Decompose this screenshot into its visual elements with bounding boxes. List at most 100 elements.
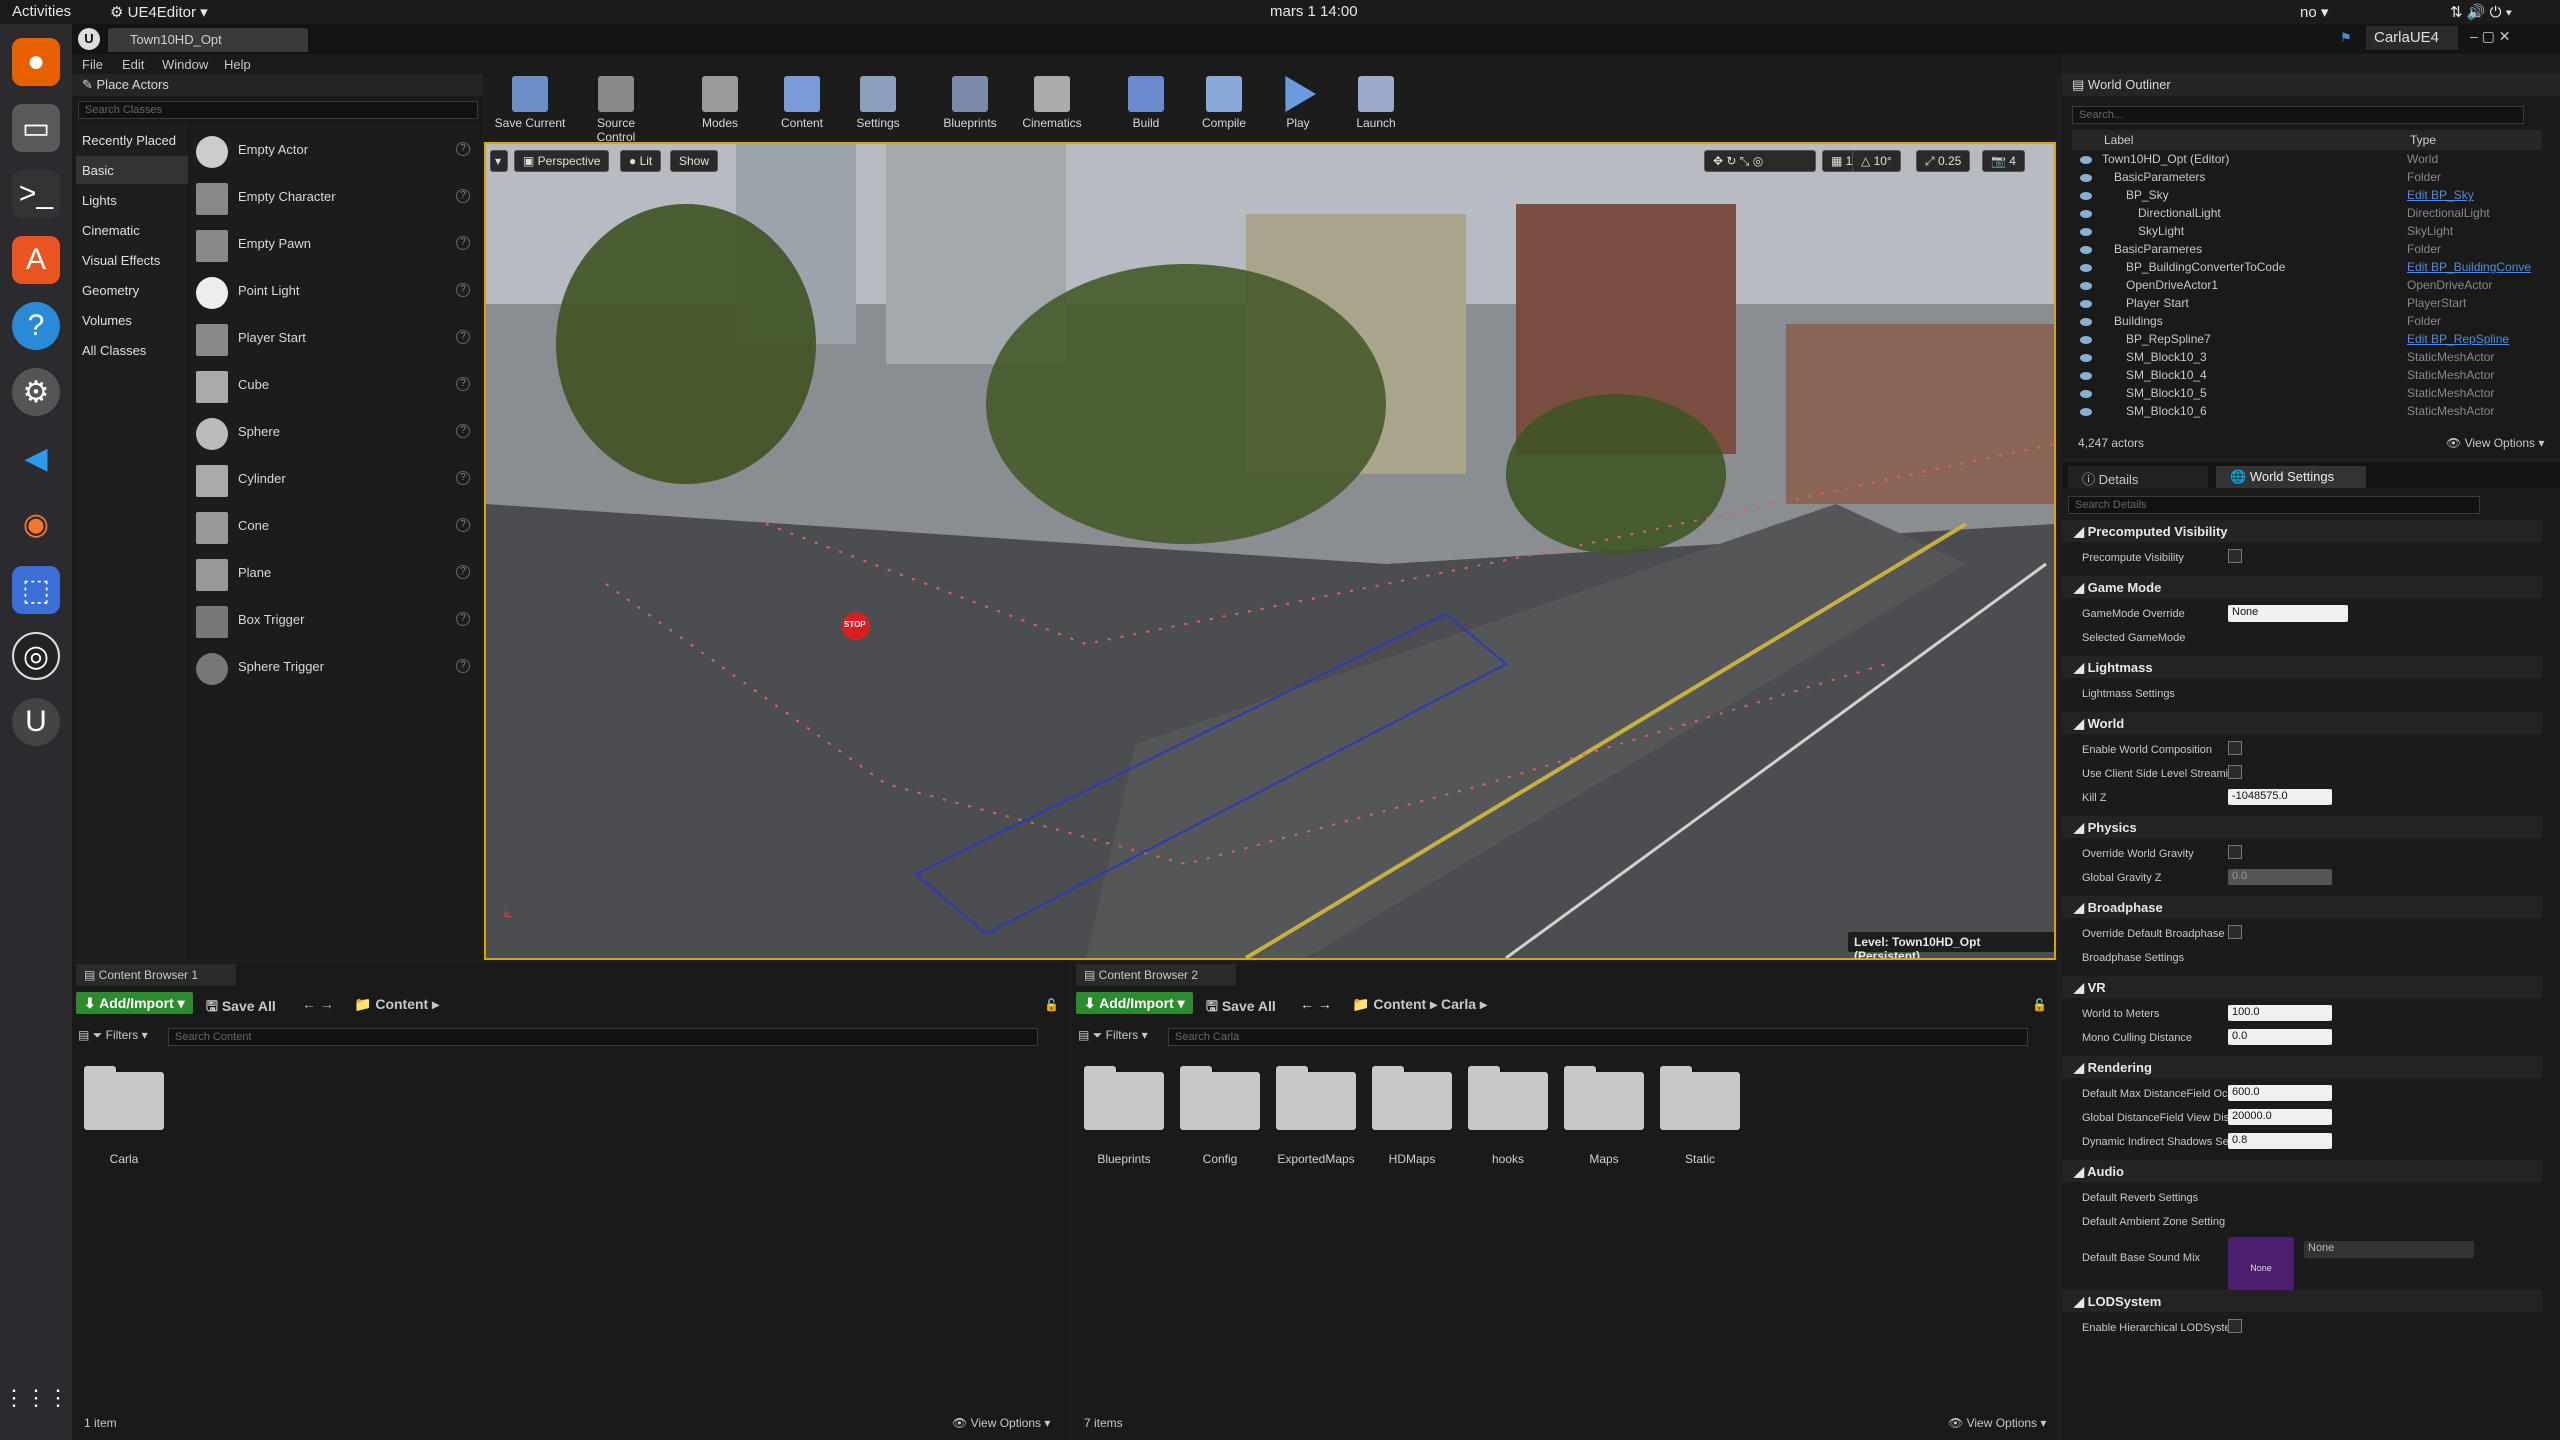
folder-config[interactable]: Config [1180,1066,1260,1166]
category-recently-placed[interactable]: Recently Placed [76,126,188,154]
source-control-button[interactable]: Source Control [578,76,654,144]
save-all-button[interactable]: 🖫 Save All [1206,996,1276,1020]
content-browser-2-tab[interactable]: ▤ Content Browser 2 [1076,964,1236,986]
category-all-classes[interactable]: All Classes [76,336,188,364]
add-import-button[interactable]: ⬇ Add/Import ▾ [1076,992,1193,1014]
category-cinematic[interactable]: Cinematic [76,216,188,244]
column-type[interactable]: Type [2410,133,2436,147]
visibility-eye-icon[interactable] [2080,156,2092,164]
content-button[interactable]: Content [764,76,840,130]
category-basic[interactable]: Basic [76,156,188,184]
edit-blueprint-link[interactable]: Edit BP_Sky [2407,188,2474,202]
property-label[interactable]: Broadphase Settings [2082,952,2242,964]
outliner-row[interactable]: Buildings Folder [2072,314,2542,332]
details-search-input[interactable]: Search Details [2068,496,2480,514]
property-label[interactable]: Default Ambient Zone Setting [2082,1216,2242,1228]
tab-details[interactable]: ⓘ Details [2068,466,2208,488]
visibility-eye-icon[interactable] [2080,228,2092,236]
settings-icon[interactable]: ⚙ [12,368,60,416]
details-section-header[interactable]: ◢ LODSystem [2062,1290,2542,1312]
property-checkbox[interactable] [2228,741,2242,755]
modes-button[interactable]: Modes [682,76,758,130]
details-section-header[interactable]: ◢ Precomputed Visibility [2062,520,2542,542]
camera-speed-button[interactable]: 📷 4 [1982,150,2025,172]
outliner-row[interactable]: SM_Block10_5 StaticMeshActor [2072,386,2542,404]
show-button[interactable]: Show [670,150,719,172]
tab-world-settings[interactable]: 🌐 World Settings [2216,466,2366,488]
scale-snap-toggle[interactable]: ⤢ 0.25 [1916,150,1971,172]
blueprints-button[interactable]: Blueprints [932,76,1008,130]
viewport-options-button[interactable]: ▾ [490,150,508,172]
unreal-engine-icon[interactable]: U [12,698,60,746]
content-browser-1-tab[interactable]: ▤ Content Browser 1 [76,964,236,986]
actor-item[interactable]: Empty Character? [190,175,480,221]
folder-maps[interactable]: Maps [1564,1066,1644,1166]
outliner-row[interactable]: SM_Block10_4 StaticMeshActor [2072,368,2542,386]
breadcrumb[interactable]: 📁 Content ▸ [354,996,439,1013]
category-geometry[interactable]: Geometry [76,276,188,304]
history-nav-buttons[interactable]: ← → [302,996,334,1012]
visibility-eye-icon[interactable] [2080,354,2092,362]
actor-item[interactable]: Player Start? [190,316,480,362]
settings-button[interactable]: Settings [840,76,916,130]
lock-icon[interactable]: 🔓 [1044,998,1059,1012]
breadcrumb[interactable]: 📁 Content ▸ Carla ▸ [1352,996,1487,1013]
outliner-row[interactable]: SM_Block10_3 StaticMeshActor [2072,350,2542,368]
folder-static[interactable]: Static [1660,1066,1740,1166]
obs-icon[interactable]: ◎ [12,632,60,680]
actor-item[interactable]: Plane? [190,551,480,597]
outliner-row[interactable]: Town10HD_Opt (Editor) World [2072,152,2542,170]
window-controls[interactable]: – ▢ ✕ [2470,28,2511,45]
actor-item[interactable]: Box Trigger? [190,598,480,644]
visibility-eye-icon[interactable] [2080,300,2092,308]
details-section-header[interactable]: ◢ Physics [2062,816,2542,838]
outliner-row[interactable]: SM_Block10_6 StaticMeshActor [2072,404,2542,422]
perspective-button[interactable]: ▣ Perspective [514,150,610,172]
property-label[interactable]: Default Reverb Settings [2082,1192,2242,1204]
visibility-eye-icon[interactable] [2080,282,2092,290]
add-import-button[interactable]: ⬇ Add/Import ▾ [76,992,193,1014]
folder-exportedmaps[interactable]: ExportedMaps [1276,1066,1356,1166]
actor-item[interactable]: Cylinder? [190,457,480,503]
actor-item[interactable]: Empty Pawn? [190,222,480,268]
edit-blueprint-link[interactable]: Edit BP_BuildingConve [2407,260,2531,274]
property-checkbox[interactable] [2228,925,2242,939]
menu-window[interactable]: Window [162,57,208,72]
visibility-eye-icon[interactable] [2080,264,2092,272]
outliner-row[interactable]: DirectionalLight DirectionalLight [2072,206,2542,224]
property-number-field[interactable]: 0.0 [2228,869,2332,885]
details-section-header[interactable]: ◢ Broadphase [2062,896,2542,918]
outliner-row[interactable]: OpenDriveActor1 OpenDriveActor [2072,278,2542,296]
outliner-row[interactable]: SkyLight SkyLight [2072,224,2542,242]
play-button[interactable]: Play [1260,76,1336,130]
actor-item[interactable]: Point Light? [190,269,480,315]
software-center-icon[interactable]: A [12,236,60,284]
language-indicator[interactable]: no ▾ [2300,3,2328,21]
details-section-header[interactable]: ◢ Lightmass [2062,656,2542,678]
visibility-eye-icon[interactable] [2080,390,2092,398]
outliner-view-options[interactable]: 👁 View Options ▾ [2446,436,2544,450]
outliner-row[interactable]: BP_RepSpline7 Edit BP_RepSpline [2072,332,2542,350]
cinematics-button[interactable]: Cinematics [1014,76,1090,130]
details-section-header[interactable]: ◢ Rendering [2062,1056,2542,1078]
folder-hooks[interactable]: hooks [1468,1066,1548,1166]
build-button[interactable]: Build [1108,76,1184,130]
cb1-view-options[interactable]: 👁 View Options ▾ [952,1416,1050,1430]
property-checkbox[interactable] [2228,549,2242,563]
search-carla-input[interactable]: Search Carla [1168,1028,2028,1046]
show-apps-icon[interactable]: ⋮⋮⋮ [3,1374,69,1422]
category-visual-effects[interactable]: Visual Effects [76,246,188,274]
actor-item[interactable]: Cube? [190,363,480,409]
details-section-header[interactable]: ◢ Game Mode [2062,576,2542,598]
visibility-eye-icon[interactable] [2080,192,2092,200]
app-menu[interactable]: ⚙ UE4Editor ▾ [110,3,208,21]
outliner-row[interactable]: Player Start PlayerStart [2072,296,2542,314]
cb2-view-options[interactable]: 👁 View Options ▾ [1948,1416,2046,1430]
property-number-field[interactable]: 0.0 [2228,1029,2332,1045]
property-label[interactable]: Selected GameMode [2082,632,2242,644]
outliner-row[interactable]: BP_BuildingConverterToCode Edit BP_Buildi… [2072,260,2542,278]
outliner-row[interactable]: BP_Sky Edit BP_Sky [2072,188,2542,206]
visibility-eye-icon[interactable] [2080,408,2092,416]
property-checkbox[interactable] [2228,845,2242,859]
column-label[interactable]: Label [2104,133,2133,147]
